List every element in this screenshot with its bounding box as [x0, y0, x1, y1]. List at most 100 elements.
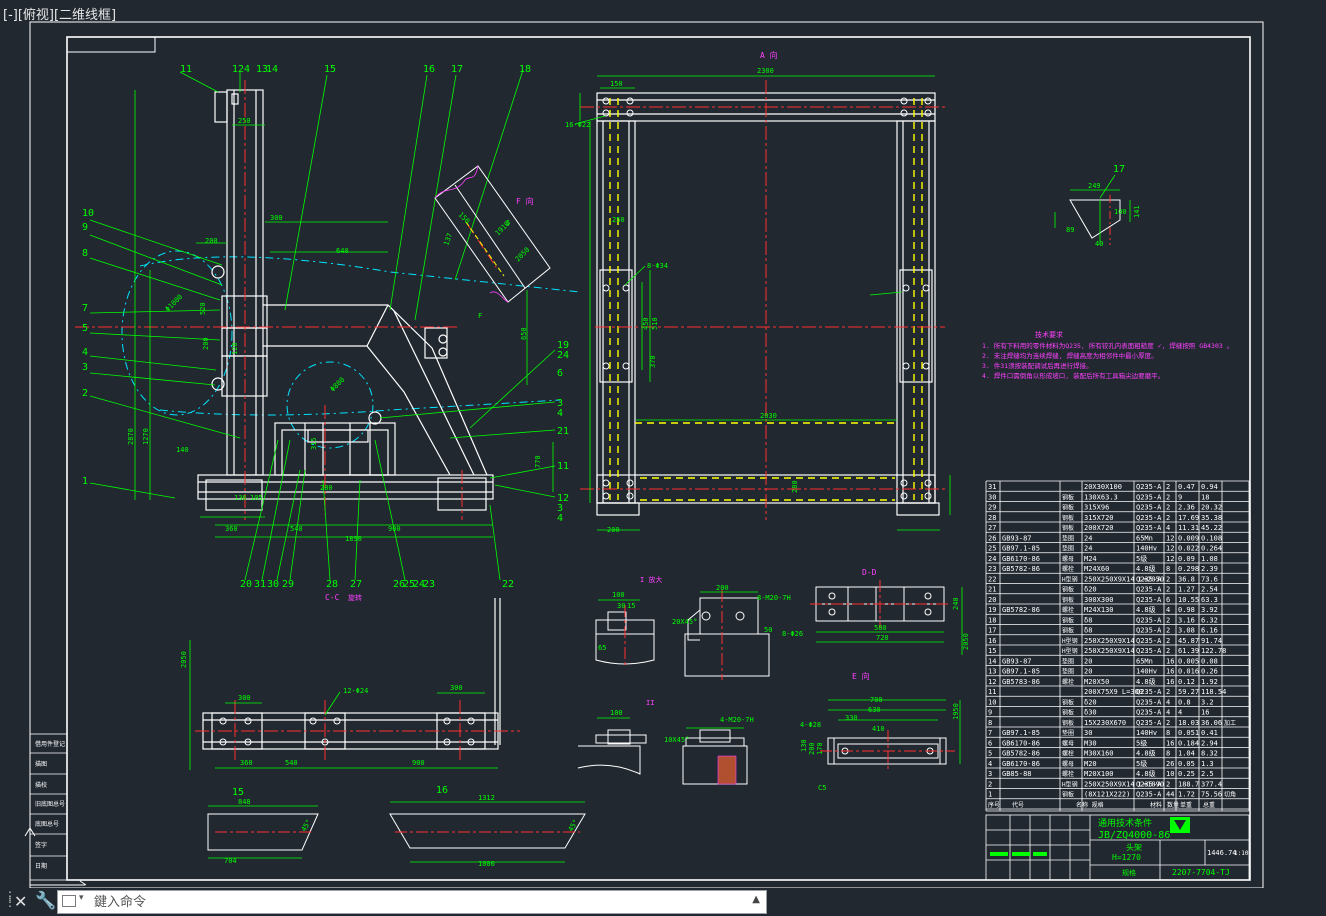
- a-view: [574, 75, 951, 531]
- table-cell: 1.08: [1201, 555, 1218, 563]
- table-header-cell: 总重: [1203, 801, 1215, 809]
- table-cell: 20.32: [1201, 504, 1222, 512]
- dimension-label: 240: [952, 597, 960, 610]
- table-cell: 28: [988, 514, 996, 522]
- table-cell: 9: [988, 709, 992, 717]
- tech-note-line: 4. 焊件口需倒角以形成坡口, 装配后所有工具箱尖边要磨平。: [982, 371, 1164, 380]
- table-cell: 1.27: [1178, 586, 1195, 594]
- table-cell: 23: [988, 565, 996, 573]
- dimension-label: 540: [290, 525, 303, 533]
- table-cell: 螺母: [1062, 555, 1074, 563]
- part-number-label: 4: [557, 513, 563, 524]
- table-cell: 2: [1166, 688, 1170, 696]
- table-cell: Q235-A: [1136, 483, 1162, 491]
- triangle-up-icon[interactable]: ▲: [752, 894, 760, 905]
- table-cell: 16: [1166, 657, 1174, 665]
- dimension-label: 15: [627, 602, 635, 610]
- table-cell: δ8: [1084, 627, 1092, 635]
- dimension-label: 2050: [514, 246, 532, 264]
- table-cell: 8: [988, 719, 992, 727]
- part-number-label: 4: [557, 408, 563, 419]
- drawing-canvas[interactable]: 借用件登记描图描校旧底图总号底图总号签字日期 11 12 4 1314 15 1…: [0, 0, 1326, 890]
- table-cell: 20X30X100: [1084, 483, 1122, 491]
- table-cell: 11: [988, 688, 996, 696]
- table-cell: 钢板: [1062, 719, 1074, 727]
- wrench-icon[interactable]: 🔧: [35, 891, 56, 911]
- table-cell: 0.8: [1178, 698, 1191, 706]
- table-cell: 12: [1166, 534, 1174, 542]
- tech-notes-title: 技术要求: [1035, 330, 1063, 339]
- table-cell: 0.298: [1178, 565, 1199, 573]
- chevron-down-icon[interactable]: ▾: [79, 893, 84, 903]
- dimension-label: 450: [642, 317, 650, 330]
- table-cell: Q235-A: [1136, 791, 1162, 799]
- dimension-label: 900: [412, 759, 425, 767]
- part-number-label: 22: [502, 579, 514, 590]
- table-cell: 4: [988, 760, 992, 768]
- dimension-label: 200: [607, 526, 620, 534]
- table-cell: 2: [1166, 514, 1170, 522]
- tech-note-line: 1. 所有下料用的零件材料为Q235, 所有铰孔内表面粗糙度 ✓, 焊缝按照 G…: [982, 341, 1233, 350]
- table-cell: 0.94: [1201, 483, 1218, 491]
- tech-note-line: 3. 件31须按装配调试后再进行焊接。: [982, 361, 1093, 370]
- table-cell: 188.7: [1178, 780, 1199, 788]
- table-cell: 2: [1166, 637, 1170, 645]
- table-cell: Q235-A: [1136, 596, 1162, 604]
- dimension-label: 4-M20-7H: [720, 716, 754, 724]
- dimension-label: 300: [450, 684, 463, 692]
- dimension-label: 315: [310, 437, 318, 450]
- dimension-label: 360: [225, 525, 238, 533]
- bom-table: 31 20X30X100 Q235-A 2 0.47 0.9430 钢板 130X63.3 Q2…: [985, 480, 1250, 812]
- table-cell: 315X96: [1084, 504, 1109, 512]
- table-cell: GB85-88: [1002, 770, 1032, 778]
- part-number-label: 11: [557, 461, 569, 472]
- table-cell: 315X720: [1084, 514, 1114, 522]
- dimension-label: 630: [868, 706, 881, 714]
- table-cell: Q235-A: [1136, 524, 1162, 532]
- left-strip-label: 旧底图总号: [35, 800, 65, 808]
- part-number-label: 3: [82, 362, 88, 373]
- table-cell: GB6170-86: [1002, 555, 1040, 563]
- table-cell: 1.72: [1178, 791, 1195, 799]
- dimension-label: 410: [872, 725, 885, 733]
- table-header-cell: 名称 规格: [1076, 801, 1104, 809]
- table-cell: 2.36: [1178, 504, 1195, 512]
- table-cell: 2: [1166, 719, 1170, 727]
- table-cell: 钢板: [1062, 514, 1074, 522]
- dimension-label: 200: [202, 337, 210, 350]
- table-cell: 250X250X9X14: [1084, 637, 1135, 645]
- table-cell: M30X160: [1084, 750, 1114, 758]
- table-cell: H型钢: [1062, 575, 1078, 583]
- table-cell: 3.92: [1201, 606, 1218, 614]
- title-block: 通用技术条件JB/ZQ4000-86头架H=1270 1446.741:10 220…: [985, 814, 1250, 881]
- table-cell: 35.38: [1201, 514, 1222, 522]
- table-cell: 7: [988, 729, 992, 737]
- dimension-label: 640: [336, 247, 349, 255]
- command-line[interactable]: ▾ ▲: [57, 890, 767, 914]
- dimension-label: 130: [800, 739, 808, 752]
- table-cell: 61.39: [1178, 647, 1199, 655]
- dimension-label: 848: [238, 798, 251, 806]
- part-number-label: 4: [244, 64, 250, 75]
- table-cell: 11.31: [1178, 524, 1199, 532]
- dimension-label: 4-Φ28: [800, 721, 821, 729]
- table-cell: Q235-A: [1136, 709, 1162, 717]
- table-cell: Q235-A: [1136, 780, 1162, 788]
- table-cell: 垫圈: [1062, 657, 1074, 665]
- table-cell: 2.54: [1201, 586, 1218, 594]
- table-cell: 钢板: [1062, 709, 1074, 717]
- grip-handle[interactable]: ⋮ ⋮: [4, 890, 16, 911]
- table-cell: GB97.1-85: [1002, 729, 1040, 737]
- command-prompt-icon[interactable]: [62, 895, 76, 907]
- main-view-labels: 11 12 4 1314 15 16 17 18109875432120 31 30 29 28 27 2…: [82, 50, 778, 602]
- table-cell: 20: [1084, 668, 1092, 676]
- close-icon[interactable]: ✕: [14, 892, 27, 911]
- table-cell: 2: [1166, 647, 1170, 655]
- table-cell: 0.016: [1178, 668, 1199, 676]
- dimension-label: 300: [238, 694, 251, 702]
- command-input[interactable]: [94, 892, 734, 912]
- table-cell: 2.5: [1201, 770, 1214, 778]
- dimension-label: 136: [234, 494, 247, 502]
- dimension-label: 510: [651, 317, 659, 330]
- table-cell: 140Hv: [1136, 545, 1157, 553]
